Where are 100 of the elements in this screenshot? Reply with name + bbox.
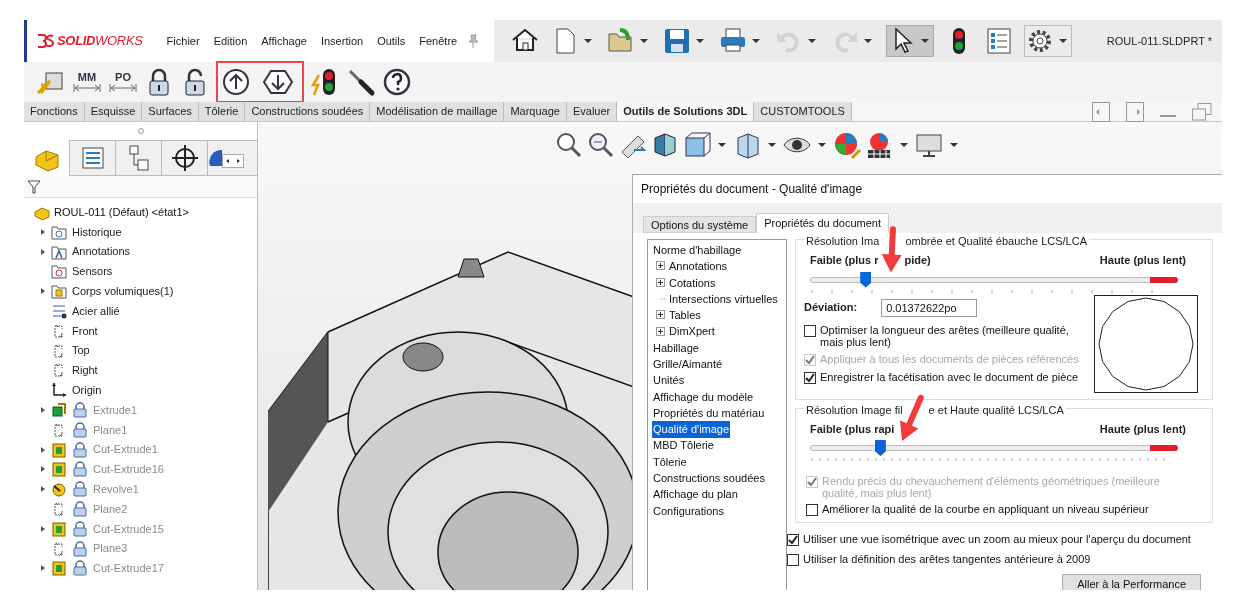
filter-field[interactable]	[24, 176, 257, 198]
expand-arrow-icon[interactable]	[40, 465, 46, 474]
expand-plus-icon[interactable]	[656, 326, 666, 337]
menu-item[interactable]: Fichier	[166, 32, 200, 50]
caret-icon[interactable]	[584, 38, 592, 44]
caret-icon[interactable]	[818, 142, 826, 148]
caret-icon[interactable]	[718, 142, 726, 148]
category-item[interactable]: Unités	[652, 372, 686, 389]
category-item[interactable]: Affichage du plan	[652, 486, 739, 503]
zoom-area-icon[interactable]	[586, 130, 616, 160]
category-item[interactable]: Tables	[668, 307, 702, 324]
expand-arrow-icon[interactable]	[40, 485, 46, 494]
slider-thumb[interactable]	[874, 440, 886, 456]
command-tab[interactable]: Tôlerie	[198, 102, 246, 121]
save-icon[interactable]	[662, 26, 692, 56]
checkbox[interactable]	[804, 324, 816, 337]
performance-button[interactable]: Aller à la Performance	[1062, 574, 1201, 590]
expand-arrow-icon[interactable]	[40, 406, 46, 415]
panel-handle-icon[interactable]	[137, 128, 144, 134]
menu-item[interactable]: Outils	[377, 32, 406, 50]
tree-item[interactable]: Cut-Extrude1	[93, 441, 158, 458]
menu-item[interactable]: Edition	[213, 32, 248, 50]
category-item[interactable]: Affichage du modèle	[652, 388, 755, 406]
tree-item[interactable]: Cut-Extrude15	[93, 520, 164, 538]
expand-arrow-icon[interactable]	[40, 445, 46, 454]
caret-icon[interactable]	[1059, 38, 1067, 44]
tree-item[interactable]: Front	[72, 322, 98, 340]
command-tab[interactable]: Fonctions	[24, 102, 85, 121]
slider-track[interactable]	[810, 270, 1178, 289]
tree-item[interactable]: Plane1	[93, 421, 128, 439]
menu-item[interactable]: Affichage	[261, 32, 307, 50]
tree-item[interactable]: Origin	[72, 382, 102, 399]
down-arrow-icon[interactable]	[263, 67, 293, 97]
crosshair-icon[interactable]	[169, 143, 200, 173]
checkbox[interactable]	[804, 371, 816, 384]
caret-icon[interactable]	[921, 38, 929, 44]
tree-item[interactable]: Extrude1	[93, 401, 138, 419]
dimension-arrows-icon[interactable]	[109, 83, 137, 93]
caret-icon[interactable]	[640, 38, 648, 44]
caret-icon[interactable]	[768, 142, 776, 148]
command-tab[interactable]: Evaluer	[566, 102, 618, 121]
command-tab[interactable]: Constructions soudées	[245, 102, 371, 121]
tree-item[interactable]: Corps volumiques(1)	[72, 283, 174, 300]
dock-left-icon[interactable]	[1092, 101, 1110, 122]
category-item[interactable]: Qualité d'image	[652, 421, 731, 438]
tree-item[interactable]: Right	[72, 362, 98, 379]
pin-icon[interactable]	[467, 34, 480, 48]
expand-plus-icon[interactable]	[656, 261, 666, 272]
units-label[interactable]: MM	[77, 71, 97, 83]
expand-arrow-icon[interactable]	[40, 564, 46, 573]
deviation-field[interactable]: 0.01372622po	[881, 298, 978, 317]
screwdriver-icon[interactable]	[346, 67, 376, 97]
expand-arrow-icon[interactable]	[40, 247, 46, 256]
checkbox[interactable]	[806, 504, 818, 516]
category-item[interactable]: Cotations	[668, 274, 717, 291]
tree-item[interactable]: Acier allié	[72, 302, 120, 320]
checkbox[interactable]	[787, 554, 799, 566]
slider-thumb[interactable]	[860, 271, 872, 288]
tree-item[interactable]: Cut-Extrude16	[93, 461, 164, 478]
tree-item[interactable]: Cut-Extrude17	[93, 560, 164, 577]
list-icon[interactable]	[984, 26, 1014, 56]
menu-item[interactable]: Fenêtre	[419, 32, 458, 50]
category-item[interactable]: Propriétés du matériau	[652, 404, 766, 422]
tree-item[interactable]: Top	[72, 342, 90, 359]
dock-right-icon[interactable]	[1126, 101, 1144, 122]
units-label[interactable]: PO	[115, 71, 131, 83]
caret-icon[interactable]	[752, 38, 760, 44]
category-item[interactable]: Tôlerie	[652, 453, 688, 471]
category-item[interactable]: Grille/Aimanté	[652, 356, 724, 373]
tree-item[interactable]: Plane2	[93, 500, 128, 518]
command-tab[interactable]: Marquage	[504, 102, 567, 121]
command-tab[interactable]: CUSTOMTOOLS	[754, 102, 852, 121]
caret-icon[interactable]	[950, 142, 958, 148]
dialog-tab[interactable]: Propriétés du document	[756, 213, 889, 233]
expand-plus-icon[interactable]	[656, 277, 666, 288]
view-orientation-icon[interactable]	[682, 130, 712, 160]
expand-arrow-icon[interactable]	[40, 524, 46, 533]
category-item[interactable]: Norme d'habillage	[652, 241, 743, 259]
tree-item[interactable]: Revolve1	[93, 481, 139, 498]
command-tab[interactable]: Esquisse	[84, 102, 143, 121]
expand-arrow-icon[interactable]	[40, 227, 46, 236]
category-item[interactable]: Annotations	[668, 258, 729, 275]
dimension-arrows-icon[interactable]	[73, 83, 101, 93]
caret-icon[interactable]	[864, 38, 872, 44]
edit-appearance-icon[interactable]	[832, 130, 862, 160]
category-item[interactable]: DimXpert	[668, 323, 716, 340]
slider-track[interactable]	[810, 439, 1178, 457]
category-item[interactable]: Habillage	[652, 339, 700, 357]
caret-icon[interactable]	[900, 142, 908, 148]
category-item[interactable]: Constructions soudées	[652, 470, 766, 487]
scroll-arrows-icon[interactable]	[222, 154, 244, 168]
command-tab[interactable]: Surfaces	[142, 102, 199, 121]
expand-plus-icon[interactable]	[656, 310, 666, 321]
expand-arrow-icon[interactable]	[40, 287, 46, 296]
tree-item[interactable]: Plane3	[93, 540, 128, 557]
tree-item[interactable]: ROUL-011 (Défaut) <état1>	[54, 203, 189, 221]
checkbox[interactable]	[787, 534, 799, 546]
restore-icon[interactable]	[1192, 102, 1212, 121]
category-item[interactable]: Configurations	[652, 502, 725, 520]
help-icon[interactable]	[382, 67, 412, 97]
